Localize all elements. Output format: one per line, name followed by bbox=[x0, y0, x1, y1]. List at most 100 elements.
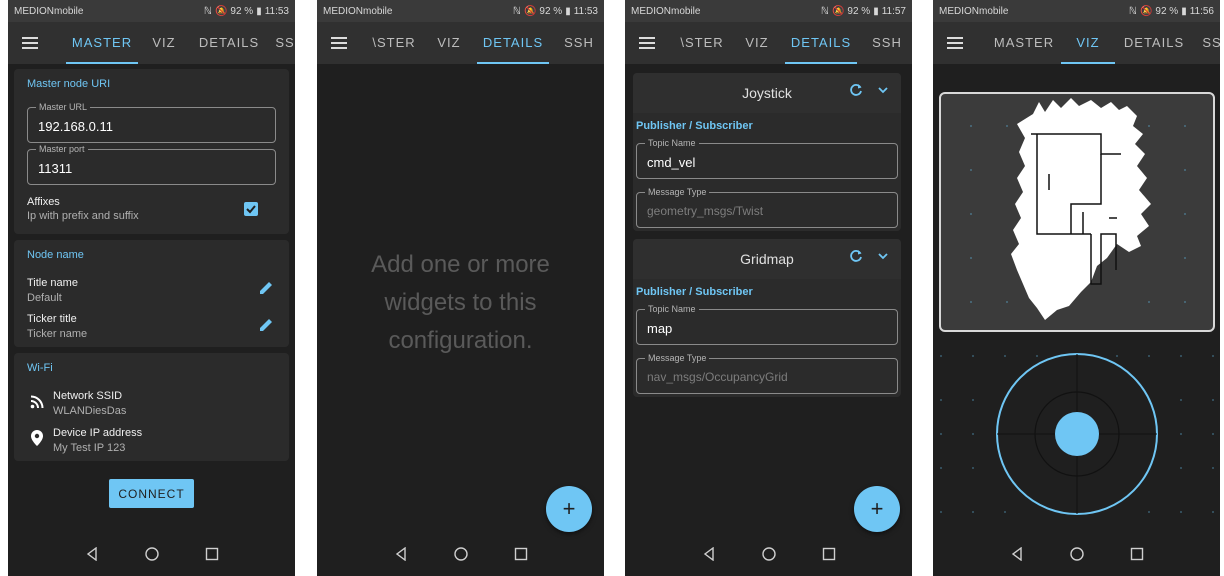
field-label: Topic Name bbox=[645, 138, 699, 149]
tab-strip: \STER VIZ DETAILS SSH bbox=[361, 22, 604, 64]
network-ssid-label: Network SSID bbox=[53, 390, 123, 402]
hamburger-menu-icon[interactable] bbox=[625, 22, 669, 64]
home-icon[interactable] bbox=[1069, 546, 1085, 562]
tab-viz[interactable]: VIZ bbox=[741, 22, 773, 64]
affixes-checkbox[interactable] bbox=[244, 202, 258, 216]
tab-strip: \STER VIZ DETAILS SSH bbox=[669, 22, 912, 64]
phone-screen-details-widgets: MEDIONmobile ℕ 🔕 92 % ▮ 11:57 \STER VIZ … bbox=[625, 0, 912, 576]
card-title: Wi-Fi bbox=[27, 362, 53, 374]
gridmap-view[interactable] bbox=[939, 92, 1215, 332]
device-ip-label: Device IP address bbox=[53, 427, 143, 439]
tab-details[interactable]: DETAILS bbox=[196, 22, 262, 64]
chevron-down-icon[interactable] bbox=[877, 249, 889, 263]
system-nav-bar bbox=[933, 532, 1220, 576]
edit-pencil-icon[interactable] bbox=[258, 317, 274, 333]
recents-icon[interactable] bbox=[821, 546, 837, 562]
tab-details[interactable]: DETAILS bbox=[477, 22, 549, 64]
edit-pencil-icon[interactable] bbox=[258, 280, 274, 296]
topic-name-field[interactable]: Topic Name map bbox=[636, 304, 898, 345]
tab-master[interactable]: \STER bbox=[675, 22, 729, 64]
tab-ssh[interactable]: SS bbox=[1197, 22, 1220, 64]
system-nav-bar bbox=[625, 532, 912, 576]
home-icon[interactable] bbox=[144, 546, 160, 562]
back-icon[interactable] bbox=[701, 546, 717, 562]
master-node-card: Master node URI Master URL 192.168.0.11 … bbox=[14, 69, 289, 234]
clock: 11:56 bbox=[1189, 5, 1214, 17]
title-name-label: Title name bbox=[27, 277, 78, 289]
master-port-field[interactable]: Master port 11311 bbox=[27, 144, 276, 185]
battery-percent: 92 % bbox=[539, 5, 563, 17]
recents-icon[interactable] bbox=[204, 546, 220, 562]
carrier-label: MEDIONmobile bbox=[323, 5, 393, 17]
check-icon bbox=[246, 205, 256, 214]
tab-master[interactable]: \STER bbox=[367, 22, 421, 64]
home-icon[interactable] bbox=[453, 546, 469, 562]
field-value: 11311 bbox=[38, 161, 73, 176]
status-bar: MEDIONmobile ℕ 🔕 92 % ▮ 11:53 bbox=[317, 0, 604, 22]
hamburger-menu-icon[interactable] bbox=[933, 22, 977, 64]
mute-icon: 🔕 bbox=[214, 5, 228, 17]
card-title: Node name bbox=[27, 249, 84, 261]
tab-viz[interactable]: VIZ bbox=[433, 22, 465, 64]
home-icon[interactable] bbox=[761, 546, 777, 562]
back-icon[interactable] bbox=[1009, 546, 1025, 562]
carrier-label: MEDIONmobile bbox=[939, 5, 1009, 17]
tab-master[interactable]: MASTER bbox=[66, 22, 138, 64]
message-type-field[interactable]: Message Type geometry_msgs/Twist bbox=[636, 187, 898, 228]
tab-details[interactable]: DETAILS bbox=[1121, 22, 1187, 64]
field-label: Master port bbox=[36, 144, 88, 155]
joystick-control[interactable] bbox=[933, 342, 1220, 532]
field-value: 192.168.0.11 bbox=[38, 119, 113, 134]
back-icon[interactable] bbox=[84, 546, 100, 562]
field-label: Message Type bbox=[645, 187, 710, 198]
battery-percent: 92 % bbox=[847, 5, 871, 17]
phone-screen-details-empty: MEDIONmobile ℕ 🔕 92 % ▮ 11:53 \STER VIZ … bbox=[317, 0, 604, 576]
connect-button[interactable]: CONNECT bbox=[109, 479, 194, 508]
tab-details[interactable]: DETAILS bbox=[785, 22, 857, 64]
tab-viz[interactable]: VIZ bbox=[1061, 22, 1115, 64]
system-nav-bar bbox=[317, 532, 604, 576]
tab-ssh[interactable]: SSH bbox=[561, 22, 597, 64]
refresh-icon[interactable] bbox=[849, 83, 863, 97]
topic-name-field[interactable]: Topic Name cmd_vel bbox=[636, 138, 898, 179]
master-url-field[interactable]: Master URL 192.168.0.11 bbox=[27, 102, 276, 143]
field-value: map bbox=[647, 321, 673, 336]
tab-ssh[interactable]: SS bbox=[270, 22, 295, 64]
widget-header[interactable]: Gridmap bbox=[633, 239, 901, 279]
add-widget-button[interactable]: + bbox=[546, 486, 592, 532]
back-icon[interactable] bbox=[393, 546, 409, 562]
affixes-subtitle: Ip with prefix and suffix bbox=[27, 210, 139, 222]
app-bar: \STER VIZ DETAILS SSH bbox=[625, 22, 912, 64]
network-ssid-value: WLANDiesDas bbox=[53, 405, 127, 417]
message-type-field[interactable]: Message Type nav_msgs/OccupancyGrid bbox=[636, 353, 898, 394]
joystick-widget-card: Joystick Publisher / Subscriber Topic Na… bbox=[633, 73, 901, 231]
card-title: Master node URI bbox=[27, 78, 111, 90]
gridmap-widget-card: Gridmap Publisher / Subscriber Topic Nam… bbox=[633, 239, 901, 397]
battery-icon: ▮ bbox=[565, 5, 571, 17]
app-bar: MASTER VIZ DETAILS SS bbox=[8, 22, 295, 64]
battery-percent: 92 % bbox=[1155, 5, 1179, 17]
hamburger-menu-icon[interactable] bbox=[8, 22, 52, 64]
recents-icon[interactable] bbox=[1129, 546, 1145, 562]
recents-icon[interactable] bbox=[513, 546, 529, 562]
ticker-title-value: Ticker name bbox=[27, 328, 88, 340]
refresh-icon[interactable] bbox=[849, 249, 863, 263]
nfc-icon: ℕ bbox=[203, 5, 212, 17]
joystick-knob[interactable] bbox=[1055, 412, 1099, 456]
battery-percent: 92 % bbox=[230, 5, 254, 17]
nfc-icon: ℕ bbox=[1128, 5, 1137, 17]
widget-header[interactable]: Joystick bbox=[633, 73, 901, 113]
hamburger-menu-icon[interactable] bbox=[317, 22, 361, 64]
chevron-down-icon[interactable] bbox=[877, 83, 889, 97]
tab-ssh[interactable]: SSH bbox=[869, 22, 905, 64]
tab-master[interactable]: MASTER bbox=[991, 22, 1057, 64]
status-bar: MEDIONmobile ℕ 🔕 92 % ▮ 11:57 bbox=[625, 0, 912, 22]
field-label: Message Type bbox=[645, 353, 710, 364]
clock: 11:53 bbox=[264, 5, 289, 17]
add-widget-button[interactable]: + bbox=[854, 486, 900, 532]
nfc-icon: ℕ bbox=[820, 5, 829, 17]
rss-wifi-icon bbox=[30, 395, 44, 409]
field-value: nav_msgs/OccupancyGrid bbox=[647, 370, 788, 384]
field-label: Topic Name bbox=[645, 304, 699, 315]
tab-viz[interactable]: VIZ bbox=[148, 22, 180, 64]
